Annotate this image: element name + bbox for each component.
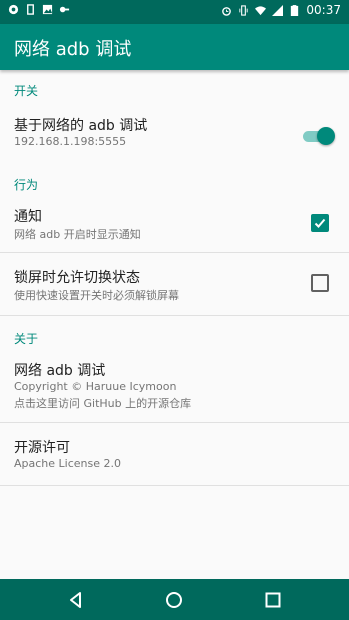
pref-license-summary: Apache License 2.0	[14, 457, 121, 470]
pref-app-info-github: 点击这里访问 GitHub 上的开源仓库	[14, 397, 192, 410]
pref-notify-title: 通知	[14, 209, 42, 225]
notify-checkbox[interactable]	[311, 214, 329, 232]
app-title: 网络 adb 调试	[14, 39, 132, 60]
pref-app-info[interactable]: 网络 adb 调试 Copyright © Haruue Icymoon 点击这…	[0, 350, 349, 422]
notification-icon	[27, 4, 34, 15]
pref-notify-summary: 网络 adb 开启时显示通知	[14, 228, 141, 241]
pref-lockscreen-summary: 使用快速设置开关时必须解锁屏幕	[14, 289, 179, 302]
alarm-icon	[222, 6, 232, 16]
pref-app-info-copyright: Copyright © Haruue Icymoon	[14, 380, 177, 393]
battery-icon	[291, 4, 299, 16]
status-time: 00:37	[306, 3, 341, 17]
divider	[0, 485, 349, 486]
recents-icon[interactable]	[262, 589, 284, 611]
vpn-key-icon	[59, 6, 70, 13]
lockscreen-checkbox[interactable]	[311, 274, 329, 292]
category-switch: 开关	[14, 84, 39, 98]
pref-license[interactable]: 开源许可 Apache License 2.0	[0, 423, 349, 485]
signal-icon	[272, 4, 284, 16]
pref-license-title: 开源许可	[14, 440, 70, 456]
pref-network-adb-title: 基于网络的 adb 调试	[14, 118, 148, 134]
pref-notify[interactable]: 通知 网络 adb 开启时显示通知	[0, 196, 349, 252]
app-icon	[8, 4, 19, 15]
category-about: 关于	[14, 332, 39, 346]
check-icon	[314, 218, 326, 228]
pref-network-adb-summary: 192.168.1.198:5555	[14, 135, 127, 148]
pref-lockscreen-title: 锁屏时允许切换状态	[14, 270, 140, 286]
navigation-bar	[0, 579, 349, 620]
wifi-icon	[255, 5, 267, 15]
pref-lockscreen[interactable]: 锁屏时允许切换状态 使用快速设置开关时必须解锁屏幕	[0, 253, 349, 315]
status-bar: 00:37	[0, 0, 349, 24]
app-bar: 网络 adb 调试	[0, 24, 349, 70]
divider	[0, 315, 349, 316]
pref-network-adb[interactable]: 基于网络的 adb 调试 192.168.1.198:5555	[0, 104, 349, 174]
home-icon[interactable]	[163, 589, 185, 611]
image-icon	[42, 4, 53, 15]
category-behavior: 行为	[14, 178, 39, 192]
pref-app-info-title: 网络 adb 调试	[14, 363, 106, 379]
back-icon[interactable]	[65, 589, 87, 611]
vibrate-icon	[239, 4, 249, 16]
network-adb-switch[interactable]	[303, 127, 335, 145]
